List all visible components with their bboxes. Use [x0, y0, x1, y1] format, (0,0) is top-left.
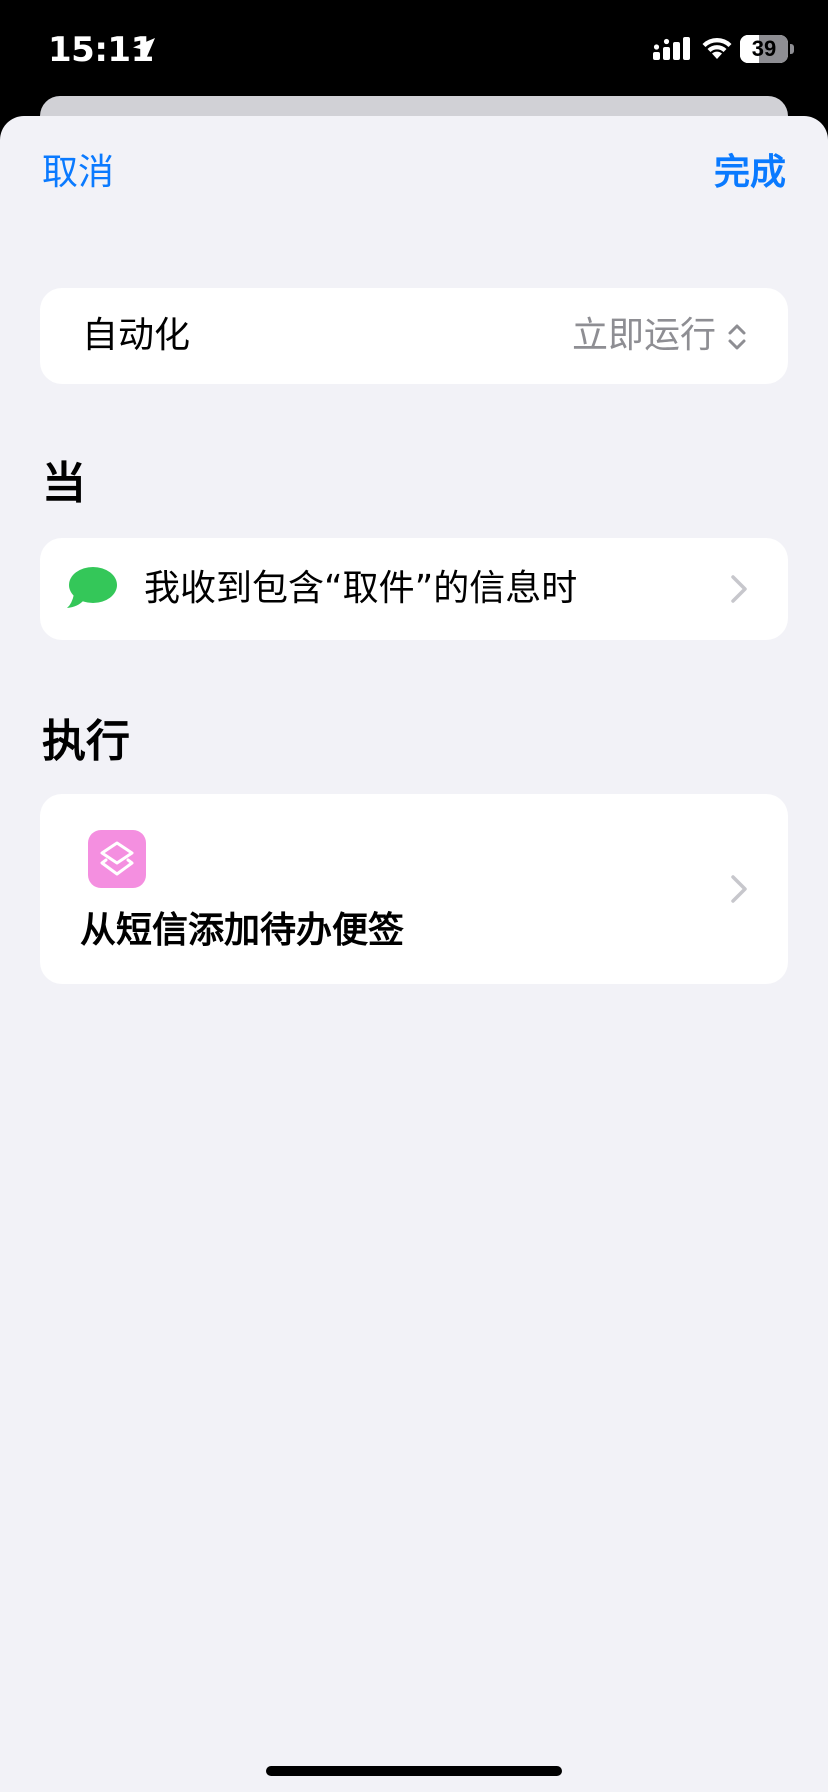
chevron-right-icon: [731, 875, 747, 903]
screen: 15:11 39 取消 完成 自动化 立即运行 当 我收到包含“取件”的信息时 …: [0, 0, 828, 1792]
automation-label: 自动化: [82, 315, 191, 356]
chevron-right-icon: [731, 575, 747, 603]
shortcut-name: 从短信添加待办便签: [80, 910, 405, 951]
home-indicator: [266, 1766, 562, 1776]
action-row[interactable]: 从短信添加待办便签: [40, 794, 788, 984]
chevron-up-down-icon: [728, 324, 746, 350]
status-bar: 15:11 39: [0, 0, 828, 100]
trigger-description: 我收到包含“取件”的信息时: [144, 568, 578, 609]
when-section-title: 当: [42, 458, 86, 509]
battery-level: 39: [751, 36, 777, 61]
shortcuts-app-icon: [88, 830, 146, 888]
do-section-title: 执行: [42, 716, 130, 767]
automation-run-mode-row[interactable]: 自动化 立即运行: [40, 288, 788, 384]
wifi-icon: [702, 37, 732, 59]
cancel-button[interactable]: 取消: [42, 148, 114, 198]
done-button[interactable]: 完成: [714, 148, 786, 198]
trigger-row[interactable]: 我收到包含“取件”的信息时: [40, 538, 788, 640]
battery-icon: 39: [740, 35, 796, 63]
run-mode-value[interactable]: 立即运行: [572, 312, 716, 360]
battery-body: 39: [740, 35, 788, 63]
location-arrow-icon: [133, 38, 155, 60]
battery-tip: [790, 44, 794, 54]
messages-bubble-icon: [67, 567, 117, 608]
automation-sheet: 取消 完成 自动化 立即运行 当 我收到包含“取件”的信息时 执行 从短信添加待…: [0, 116, 828, 1792]
cellular-signal-icon: [653, 37, 690, 60]
